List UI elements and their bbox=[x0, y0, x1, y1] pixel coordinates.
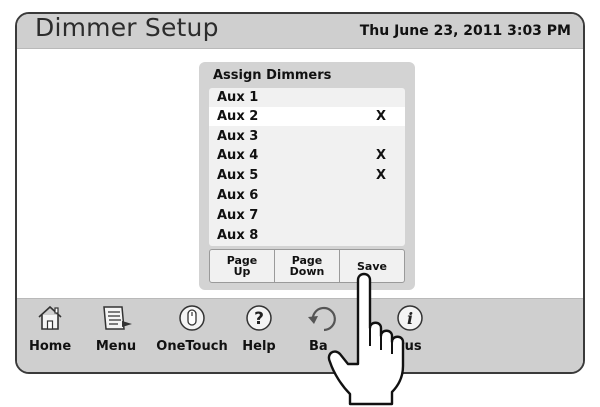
list-item-label: Aux 8 bbox=[217, 228, 259, 243]
list-item-aux-5[interactable]: Aux 5 X bbox=[209, 166, 405, 185]
nav-menu-label: Menu bbox=[95, 339, 137, 354]
list-item-label: Aux 2 bbox=[217, 109, 259, 124]
nav-home-label: Home bbox=[29, 339, 72, 354]
nav-menu[interactable]: Menu bbox=[93, 303, 139, 354]
list-item-aux-7[interactable]: Aux 7 bbox=[209, 206, 405, 225]
nav-home[interactable]: Home bbox=[29, 303, 71, 354]
list-item-aux-3[interactable]: Aux 3 bbox=[209, 127, 405, 146]
dimmer-list: Aux 1 Aux 2 X Aux 3 Aux 4 X Aux 5 X Aux … bbox=[209, 88, 405, 246]
page-up-button[interactable]: Page Up bbox=[209, 249, 275, 283]
list-item-label: Aux 6 bbox=[217, 188, 259, 203]
list-item-aux-6[interactable]: Aux 6 bbox=[209, 186, 405, 205]
menu-icon bbox=[103, 306, 132, 330]
page-title: Dimmer Setup bbox=[35, 13, 219, 42]
list-item-aux-2[interactable]: Aux 2 X bbox=[209, 107, 405, 126]
assigned-mark: X bbox=[376, 148, 387, 163]
list-item-label: Aux 5 bbox=[217, 168, 259, 183]
nav-onetouch-label: OneTouch bbox=[156, 339, 228, 354]
nav-help[interactable]: ? Help bbox=[237, 303, 281, 354]
dialog-title: Assign Dimmers bbox=[213, 68, 332, 83]
list-item-label: Aux 1 bbox=[217, 90, 259, 105]
date-time: Thu June 23, 2011 3:03 PM bbox=[359, 23, 571, 39]
list-item-aux-1[interactable]: Aux 1 bbox=[209, 88, 405, 107]
onetouch-icon bbox=[179, 305, 205, 331]
list-item-aux-8[interactable]: Aux 8 bbox=[209, 226, 405, 245]
list-item-label: Aux 4 bbox=[217, 148, 259, 163]
list-item-label: Aux 3 bbox=[217, 129, 259, 144]
assigned-mark: X bbox=[376, 109, 387, 124]
bottom-nav-bar: Home Menu OneTouch ? Help Ba i tus bbox=[17, 298, 583, 372]
help-icon: ? bbox=[246, 305, 272, 331]
assign-dimmers-dialog: Assign Dimmers Aux 1 Aux 2 X Aux 3 Aux 4… bbox=[199, 62, 415, 290]
nav-onetouch[interactable]: OneTouch bbox=[155, 303, 229, 354]
svg-text:?: ? bbox=[254, 309, 264, 329]
header-bar: Dimmer Setup Thu June 23, 2011 3:03 PM bbox=[17, 14, 583, 49]
home-icon bbox=[38, 305, 62, 330]
list-item-aux-4[interactable]: Aux 4 X bbox=[209, 146, 405, 165]
pointing-hand-icon bbox=[327, 272, 405, 406]
assigned-mark: X bbox=[376, 168, 387, 183]
nav-help-label: Help bbox=[242, 339, 276, 354]
device-screen: Dimmer Setup Thu June 23, 2011 3:03 PM A… bbox=[15, 12, 585, 374]
list-item-label: Aux 7 bbox=[217, 208, 259, 223]
